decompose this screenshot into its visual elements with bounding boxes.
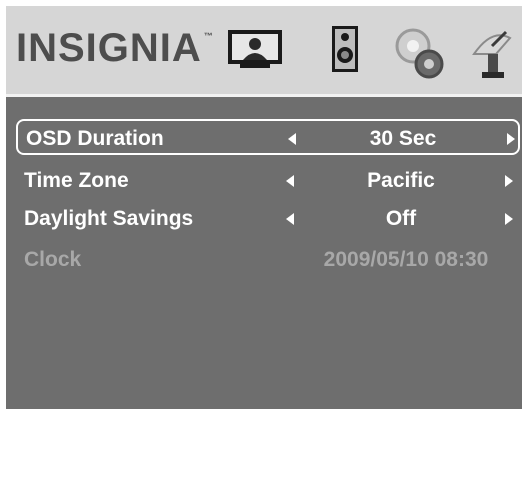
brand-name: INSIGNIA [16,26,202,70]
row-label: Daylight Savings [24,207,194,230]
left-right-arrow-icon [186,459,208,483]
left-arrow-icon[interactable] [286,213,294,225]
menu-header: INSIGNIA ™ [6,6,522,97]
osd-menu: INSIGNIA ™ OSD Duration 30 Sec Time Zone… [6,6,522,479]
row-value: Off [385,207,417,230]
right-arrow-icon[interactable] [505,175,513,187]
trademark-symbol: ™ [203,31,214,41]
row-label: OSD Duration [26,127,164,150]
menu-row-time-zone[interactable]: Time Zone Pacific [16,163,520,199]
left-arrow-icon[interactable] [288,133,296,145]
menu-row-osd-duration[interactable]: OSD Duration 30 Sec [16,119,520,155]
menu-return-hint: Menu:Return [354,456,484,479]
menu-footer: Select Adjust Menu:Return [6,452,522,482]
audio-icon[interactable] [329,24,361,79]
brand-logo: INSIGNIA ™ [16,26,214,71]
row-label: Clock [24,248,82,271]
right-arrow-icon[interactable] [505,213,513,225]
right-arrow-icon[interactable] [507,133,515,145]
row-label: Time Zone [24,169,129,192]
menu-row-clock: Clock 2009/05/10 08:30 [16,242,520,278]
adjust-hint: Adjust [218,456,284,479]
row-value: Pacific [367,169,435,192]
left-arrow-icon[interactable] [286,175,294,187]
menu-row-daylight-savings[interactable]: Daylight Savings Off [16,201,520,237]
channels-icon[interactable] [466,24,518,87]
up-down-arrow-icon [44,463,78,487]
row-value: 30 Sec [369,127,437,150]
picture-icon[interactable] [226,24,284,75]
row-value: 2009/05/10 08:30 [323,248,489,271]
settings-icon[interactable] [389,24,449,87]
menu-content: OSD Duration 30 Sec Time Zone Pacific Da… [6,97,522,479]
select-hint: Select [92,456,154,479]
